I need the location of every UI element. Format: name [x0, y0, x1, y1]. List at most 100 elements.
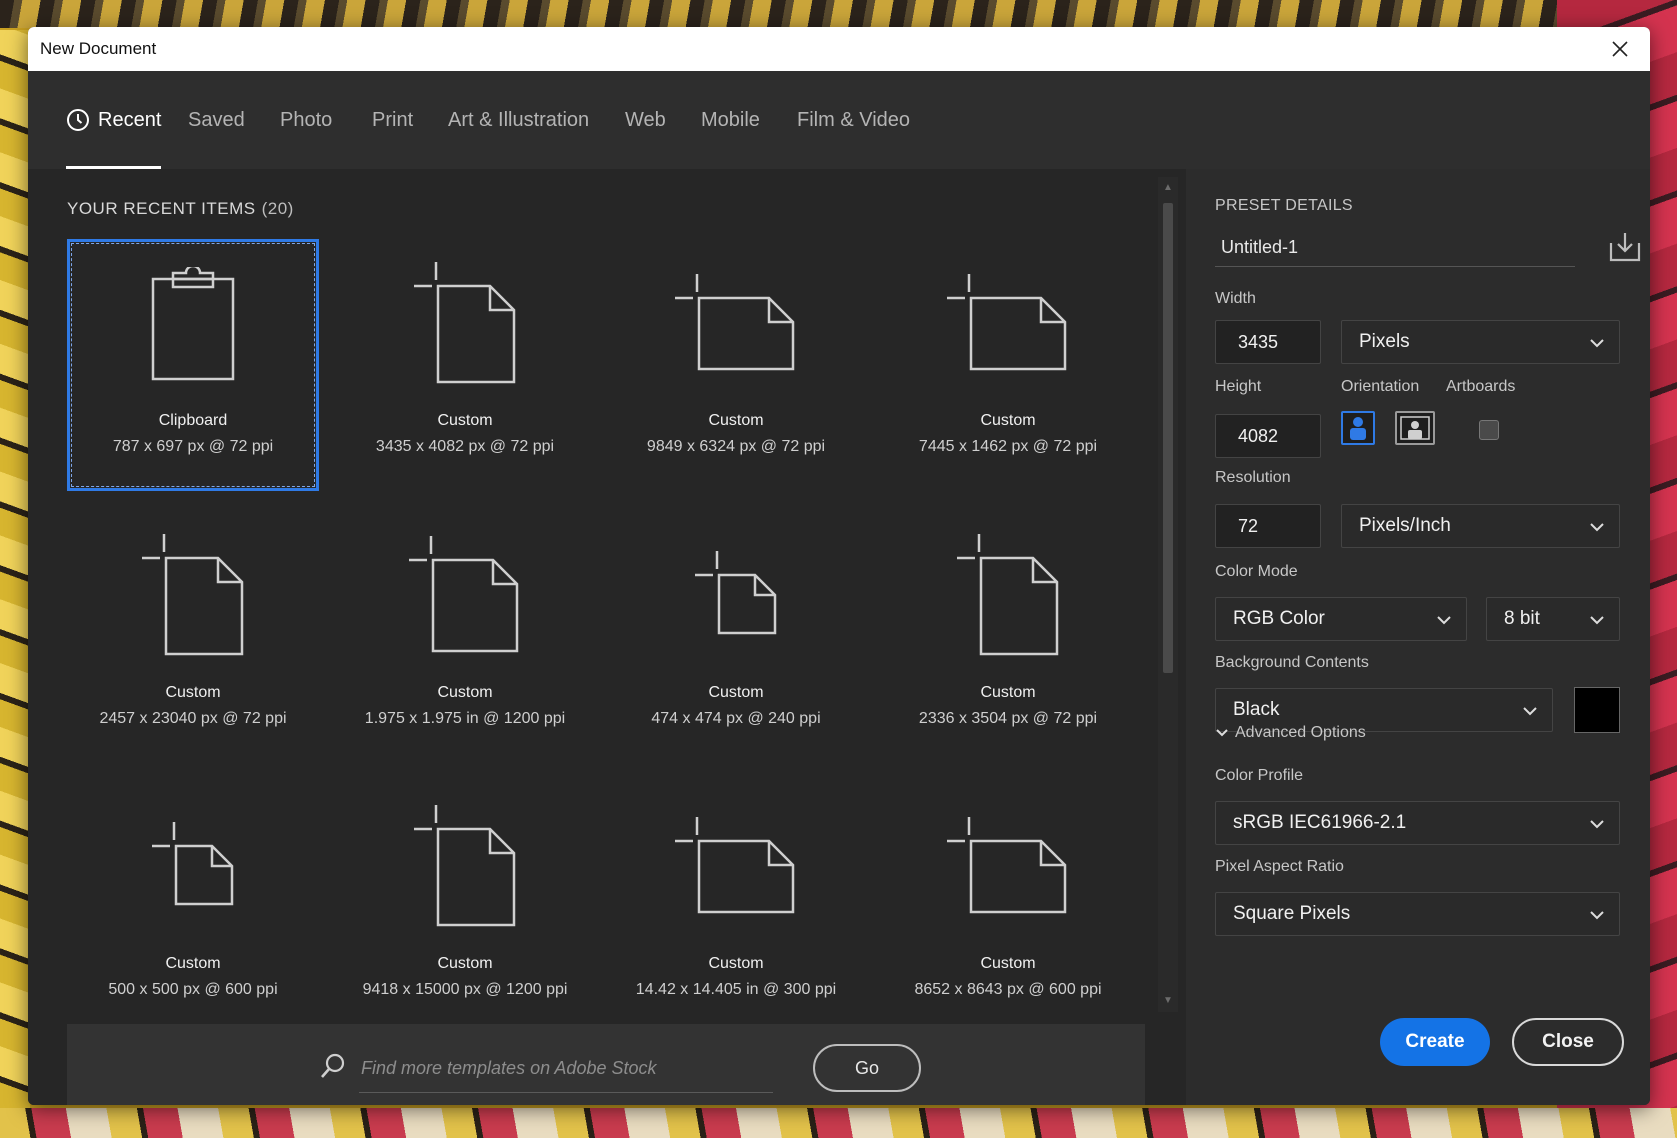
landscape-orientation-button[interactable]: [1395, 411, 1435, 445]
category-tabs: Recent Saved Photo Print Art & Illustrat…: [28, 71, 1650, 170]
height-label: Height: [1215, 378, 1262, 395]
document-portrait-icon: [414, 261, 516, 383]
chevron-down-icon: [1437, 616, 1451, 625]
width-input[interactable]: 3435: [1215, 320, 1321, 364]
tab-film-video[interactable]: Film & Video: [797, 71, 910, 169]
document-portrait-icon: [414, 804, 516, 926]
portrait-person-icon: [1350, 417, 1366, 440]
document-landscape-icon: [947, 274, 1067, 371]
chevron-down-icon: [1590, 523, 1604, 532]
pixel-aspect-ratio-label: Pixel Aspect Ratio: [1215, 858, 1344, 875]
item-name: Custom: [165, 955, 221, 972]
bit-depth-dropdown[interactable]: 8 bit: [1486, 597, 1620, 641]
item-dimensions: 787 x 697 px @ 72 ppi: [112, 438, 274, 455]
artboards-checkbox[interactable]: [1479, 420, 1499, 440]
color-profile-value: sRGB IEC61966-2.1: [1233, 812, 1407, 833]
color-mode-dropdown[interactable]: RGB Color: [1215, 597, 1467, 641]
document-small-icon: [152, 822, 234, 906]
tab-recent[interactable]: Recent: [66, 71, 162, 169]
resolution-input[interactable]: 72: [1215, 504, 1321, 548]
document-landscape-icon: [947, 817, 1067, 914]
tab-label: Web: [625, 108, 666, 131]
recent-item-card[interactable]: Custom 500 x 500 px @ 600 ppi: [67, 782, 319, 1034]
recent-item-card[interactable]: Clipboard 787 x 697 px @ 72 ppi: [67, 239, 319, 491]
landscape-person-icon: [1400, 416, 1430, 440]
tab-label: Art & Illustration: [448, 108, 590, 131]
create-button[interactable]: Create: [1380, 1018, 1490, 1066]
pixel-aspect-ratio-dropdown[interactable]: Square Pixels: [1215, 892, 1620, 936]
advanced-options-toggle[interactable]: Advanced Options: [1215, 724, 1366, 742]
item-name: Custom: [980, 955, 1036, 972]
tab-art-illustration[interactable]: Art & Illustration: [448, 71, 589, 169]
tab-print[interactable]: Print: [372, 71, 413, 169]
item-dimensions: 500 x 500 px @ 600 ppi: [108, 981, 278, 998]
stock-search-input[interactable]: [359, 1044, 773, 1093]
save-preset-icon[interactable]: [1608, 231, 1642, 268]
clipboard-icon: [151, 266, 235, 380]
window-title: New Document: [40, 39, 157, 58]
recent-item-card[interactable]: Custom 474 x 474 px @ 240 ppi: [610, 511, 862, 763]
resolution-unit-value: Pixels/Inch: [1359, 515, 1451, 536]
item-name: Custom: [980, 684, 1036, 701]
scrollbar-thumb[interactable]: [1163, 203, 1173, 673]
new-document-dialog: New Document Recent Saved Photo Print Ar…: [28, 27, 1650, 1105]
tab-label: Saved: [188, 108, 245, 131]
color-mode-label: Color Mode: [1215, 563, 1298, 580]
chevron-down-icon: [1590, 820, 1604, 829]
item-dimensions: 474 x 474 px @ 240 ppi: [651, 710, 821, 727]
color-mode-value: RGB Color: [1233, 608, 1325, 629]
tab-label: Print: [372, 108, 414, 131]
tab-saved[interactable]: Saved: [188, 71, 245, 169]
item-name: Custom: [437, 684, 493, 701]
chevron-down-icon: [1523, 707, 1537, 716]
background-color-swatch[interactable]: [1574, 687, 1620, 733]
recent-item-card[interactable]: Custom 1.975 x 1.975 in @ 1200 ppi: [339, 511, 591, 763]
tab-mobile[interactable]: Mobile: [701, 71, 760, 169]
recent-item-card[interactable]: Custom 8652 x 8643 px @ 600 ppi: [882, 782, 1134, 1034]
bit-depth-value: 8 bit: [1504, 608, 1540, 629]
item-dimensions: 14.42 x 14.405 in @ 300 ppi: [635, 981, 837, 998]
scroll-up-icon[interactable]: ▲: [1163, 183, 1173, 193]
document-name-field[interactable]: Untitled-1: [1215, 229, 1575, 267]
close-window-button[interactable]: [1600, 29, 1640, 69]
document-small-icon: [695, 551, 777, 635]
recent-item-card[interactable]: Custom 9418 x 15000 px @ 1200 ppi: [339, 782, 591, 1034]
tab-photo[interactable]: Photo: [280, 71, 332, 169]
scroll-down-icon[interactable]: ▼: [1163, 996, 1173, 1006]
tab-label: Mobile: [701, 108, 760, 131]
portrait-orientation-button[interactable]: [1341, 411, 1375, 445]
recent-item-card[interactable]: Custom 2457 x 23040 px @ 72 ppi: [67, 511, 319, 763]
chevron-down-icon: [1215, 726, 1229, 740]
recent-item-card[interactable]: Custom 2336 x 3504 px @ 72 ppi: [882, 511, 1134, 763]
chevron-down-icon: [1590, 339, 1604, 348]
item-name: Custom: [708, 955, 764, 972]
recent-item-card[interactable]: Custom 7445 x 1462 px @ 72 ppi: [882, 239, 1134, 491]
resolution-unit-dropdown[interactable]: Pixels/Inch: [1341, 504, 1620, 548]
item-name: Custom: [165, 684, 221, 701]
recent-items-heading: YOUR RECENT ITEMS (20): [67, 199, 294, 218]
item-dimensions: 1.975 x 1.975 in @ 1200 ppi: [364, 710, 566, 727]
item-name: Custom: [980, 412, 1036, 429]
tab-label: Photo: [280, 108, 333, 131]
width-unit-dropdown[interactable]: Pixels: [1341, 320, 1620, 364]
close-button[interactable]: Close: [1512, 1018, 1624, 1066]
item-dimensions: 2457 x 23040 px @ 72 ppi: [99, 710, 287, 727]
chevron-down-icon: [1590, 616, 1604, 625]
recent-item-card[interactable]: Custom 14.42 x 14.405 in @ 300 ppi: [610, 782, 862, 1034]
tab-web[interactable]: Web: [625, 71, 666, 169]
width-label: Width: [1215, 290, 1256, 307]
recent-item-card[interactable]: Custom 3435 x 4082 px @ 72 ppi: [339, 239, 591, 491]
width-unit-value: Pixels: [1359, 331, 1410, 352]
item-dimensions: 2336 x 3504 px @ 72 ppi: [918, 710, 1098, 727]
item-dimensions: 7445 x 1462 px @ 72 ppi: [918, 438, 1098, 455]
go-button[interactable]: Go: [813, 1044, 921, 1092]
height-input[interactable]: 4082: [1215, 414, 1321, 458]
recent-items-scrollbar[interactable]: ▲ ▼: [1158, 177, 1178, 1012]
color-profile-dropdown[interactable]: sRGB IEC61966-2.1: [1215, 801, 1620, 845]
advanced-options-label: Advanced Options: [1235, 724, 1366, 741]
document-portrait-icon: [142, 533, 244, 655]
tab-label: Film & Video: [797, 108, 911, 131]
item-name: Custom: [437, 412, 493, 429]
recent-item-card[interactable]: Custom 9849 x 6324 px @ 72 ppi: [610, 239, 862, 491]
item-dimensions: 9418 x 15000 px @ 1200 ppi: [362, 981, 568, 998]
